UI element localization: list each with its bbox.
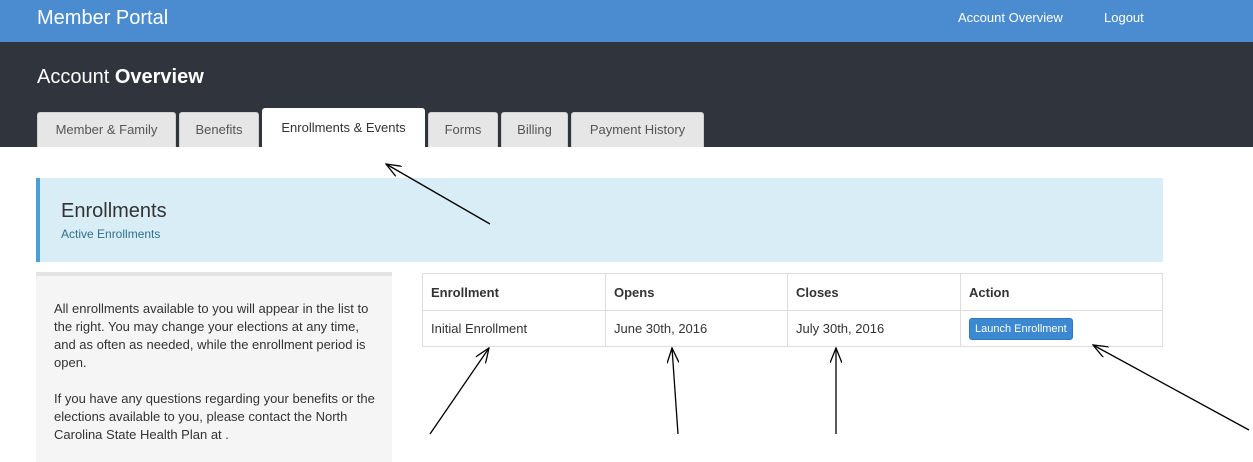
arrow-to-opens-cell xyxy=(672,348,678,435)
launch-enrollment-button[interactable]: Launch Enrollment xyxy=(969,317,1073,340)
info-well: All enrollments available to you will ap… xyxy=(36,272,392,462)
col-header-closes: Closes xyxy=(787,273,961,311)
tab-payment-history[interactable]: Payment History xyxy=(571,112,704,147)
cell-opens: June 30th, 2016 xyxy=(605,310,788,347)
info-paragraph-1: All enrollments available to you will ap… xyxy=(54,301,369,370)
page-title-bold: Overview xyxy=(114,66,204,88)
tab-enrollments-events[interactable]: Enrollments & Events xyxy=(262,108,425,148)
nav-link-logout[interactable]: Logout xyxy=(1104,10,1144,25)
enrollments-callout: Enrollments Active Enrollments xyxy=(36,178,1163,262)
tab-forms[interactable]: Forms xyxy=(428,112,498,147)
section-title: Enrollments xyxy=(61,200,167,222)
page-title-prefix: Account xyxy=(37,66,110,88)
arrow-to-enrollment-cell xyxy=(429,348,489,435)
arrow-to-launch-button xyxy=(1093,345,1250,431)
table-header-row: Enrollment Opens Closes Action xyxy=(422,273,1163,311)
page-header: Account Overview Member & Family Benefit… xyxy=(0,42,1253,148)
cell-enrollment: Initial Enrollment xyxy=(422,310,606,347)
section-subtitle: Active Enrollments xyxy=(61,227,161,241)
col-header-enrollment: Enrollment xyxy=(422,273,606,311)
top-navbar: Member Portal Account Overview Logout xyxy=(0,0,1253,42)
page-title: Account Overview xyxy=(37,66,204,89)
col-header-action: Action xyxy=(960,273,1163,311)
col-header-opens: Opens xyxy=(605,273,788,311)
tab-benefits[interactable]: Benefits xyxy=(179,112,259,147)
info-paragraph-2: If you have any questions regarding your… xyxy=(54,391,375,442)
nav-link-account-overview[interactable]: Account Overview xyxy=(958,10,1063,25)
enrollments-table: Enrollment Opens Closes Action Initial E… xyxy=(422,273,1163,347)
cell-closes: July 30th, 2016 xyxy=(787,310,961,347)
cell-action: Launch Enrollment xyxy=(960,310,1163,347)
tab-billing[interactable]: Billing xyxy=(501,112,568,147)
brand-title[interactable]: Member Portal xyxy=(37,7,168,30)
tab-member-family[interactable]: Member & Family xyxy=(37,112,176,147)
table-row: Initial Enrollment June 30th, 2016 July … xyxy=(422,310,1163,347)
